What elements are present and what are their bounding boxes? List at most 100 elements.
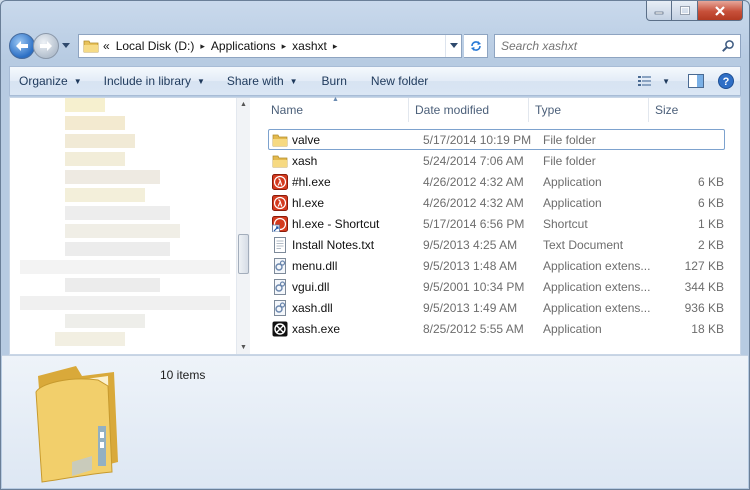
text-document-icon xyxy=(272,236,288,253)
new-folder-button[interactable]: New folder xyxy=(362,67,437,95)
maximize-button[interactable] xyxy=(672,1,698,21)
organize-label: Organize xyxy=(19,74,68,88)
dll-icon xyxy=(272,278,288,295)
breadcrumb-separator-icon[interactable]: ▸ xyxy=(282,41,287,52)
breadcrumb-separator-icon[interactable]: ▸ xyxy=(200,41,205,52)
maximize-icon xyxy=(679,5,690,15)
dll-icon xyxy=(272,299,288,316)
recent-pages-dropdown[interactable] xyxy=(60,40,72,52)
file-row-xash[interactable]: xash 5/24/2014 7:06 AM File folder xyxy=(268,150,734,171)
column-header-date-modified[interactable]: Date modified xyxy=(409,98,529,122)
navigation-scrollbar[interactable]: ▲ ▼ xyxy=(236,98,250,354)
chevron-down-icon: ▼ xyxy=(289,76,298,86)
preview-pane-button[interactable] xyxy=(682,67,710,95)
file-list: ▲ Name Date modified Type Size valve 5/1… xyxy=(253,96,740,354)
caption-buttons xyxy=(646,1,743,21)
close-icon xyxy=(715,5,725,16)
share-with-menu[interactable]: Share with ▼ xyxy=(218,67,307,95)
file-date: 9/5/2013 4:25 AM xyxy=(423,237,518,252)
svg-text:λ: λ xyxy=(277,198,282,208)
chevron-down-icon[interactable]: ▼ xyxy=(662,77,670,86)
back-button[interactable] xyxy=(9,33,35,59)
address-row: « Local Disk (D:) ▸ Applications ▸ xashx… xyxy=(9,31,741,61)
file-type: Text Document xyxy=(543,237,624,252)
include-in-library-menu[interactable]: Include in library ▼ xyxy=(95,67,214,95)
file-type: Application extens... xyxy=(543,279,651,294)
file-row-valve[interactable]: valve 5/17/2014 10:19 PM File folder xyxy=(268,129,725,150)
preview-pane-icon xyxy=(688,74,704,88)
burn-button[interactable]: Burn xyxy=(313,67,356,95)
file-name: xash.dll xyxy=(292,300,333,315)
column-type-label: Type xyxy=(535,103,562,117)
file-row-hl-shortcut[interactable]: hl.exe - Shortcut 5/17/2014 6:56 PM Shor… xyxy=(268,213,734,234)
share-with-label: Share with xyxy=(226,74,284,88)
close-button[interactable] xyxy=(698,1,743,21)
file-date: 5/17/2014 6:56 PM xyxy=(423,216,525,231)
file-name: xash.exe xyxy=(292,321,341,336)
file-row-hl-exe[interactable]: λ hl.exe 4/26/2012 4:32 AM Application 6… xyxy=(268,192,734,213)
breadcrumb-separator-icon[interactable]: ▸ xyxy=(333,41,338,52)
file-size: 1 KB xyxy=(697,216,724,231)
file-type: Shortcut xyxy=(543,216,588,231)
address-history-dropdown[interactable] xyxy=(445,35,461,57)
file-size: 936 KB xyxy=(684,300,724,315)
dll-icon xyxy=(272,257,288,274)
folder-icon xyxy=(83,40,99,53)
content-area: ▲ ▼ ▲ Name Date modified Type Size valve… xyxy=(9,96,741,355)
scrollbar-thumb[interactable] xyxy=(238,234,249,274)
arrow-left-icon xyxy=(16,41,28,51)
scroll-down-icon[interactable]: ▼ xyxy=(240,344,247,351)
search-input[interactable] xyxy=(501,39,701,53)
file-name: vgui.dll xyxy=(292,279,330,294)
file-type: Application xyxy=(543,174,602,189)
breadcrumb-applications[interactable]: Applications xyxy=(211,39,276,53)
file-row-install-notes[interactable]: Install Notes.txt 9/5/2013 4:25 AM Text … xyxy=(268,234,734,255)
halflife-icon: λ xyxy=(272,194,288,211)
new-folder-label: New folder xyxy=(370,74,429,88)
file-size: 2 KB xyxy=(697,237,724,252)
file-type: Application extens... xyxy=(543,258,651,273)
refresh-button[interactable] xyxy=(464,34,488,58)
item-count: 10 items xyxy=(160,368,206,382)
file-type: Application xyxy=(543,321,602,336)
file-row-xash-exe[interactable]: xash.exe 8/25/2012 5:55 AM Application 1… xyxy=(268,318,734,339)
navigation-tree-redacted xyxy=(20,98,230,354)
file-row-xash-dll[interactable]: xash.dll 9/5/2013 1:49 AM Application ex… xyxy=(268,297,734,318)
file-row-vgui-dll[interactable]: vgui.dll 9/5/2001 10:34 PM Application e… xyxy=(268,276,734,297)
navigation-pane[interactable]: ▲ ▼ xyxy=(10,98,250,354)
help-button[interactable]: ? xyxy=(712,67,740,95)
column-header-name[interactable]: ▲ Name xyxy=(253,96,409,122)
halflife-icon: λ xyxy=(272,173,288,190)
address-bar[interactable]: « Local Disk (D:) ▸ Applications ▸ xashx… xyxy=(78,34,462,58)
view-controls: ▼ ? xyxy=(632,67,740,95)
breadcrumb-local-disk[interactable]: Local Disk (D:) xyxy=(116,39,195,53)
details-view-icon xyxy=(638,76,652,86)
arrow-right-icon xyxy=(40,41,52,51)
file-name: #hl.exe xyxy=(292,174,331,189)
file-size: 6 KB xyxy=(697,195,724,210)
chevron-down-icon xyxy=(449,43,458,48)
organize-menu[interactable]: Organize ▼ xyxy=(10,67,91,95)
search-box[interactable] xyxy=(494,34,741,58)
column-size-label: Size xyxy=(655,103,679,117)
file-row-hash-hl-exe[interactable]: λ #hl.exe 4/26/2012 4:32 AM Application … xyxy=(268,171,734,192)
column-header-size[interactable]: Size xyxy=(649,98,729,122)
change-view-button[interactable]: ▼ xyxy=(632,67,676,95)
minimize-button[interactable] xyxy=(646,1,672,21)
file-name: valve xyxy=(292,132,321,147)
include-in-library-label: Include in library xyxy=(103,74,191,88)
scroll-up-icon[interactable]: ▲ xyxy=(240,101,247,108)
breadcrumb-xashxt[interactable]: xashxt xyxy=(292,39,327,53)
breadcrumb-overflow[interactable]: « xyxy=(103,39,110,53)
file-date: 9/5/2001 10:34 PM xyxy=(423,279,525,294)
file-date: 5/17/2014 10:19 PM xyxy=(423,132,532,147)
file-row-menu-dll[interactable]: menu.dll 9/5/2013 1:48 AM Application ex… xyxy=(268,255,734,276)
forward-button[interactable] xyxy=(33,33,59,59)
file-size: 127 KB xyxy=(684,258,724,273)
large-folder-icon xyxy=(35,366,118,483)
chevron-down-icon: ▼ xyxy=(73,76,82,86)
breadcrumb: « Local Disk (D:) ▸ Applications ▸ xashx… xyxy=(103,39,343,53)
explorer-window: « Local Disk (D:) ▸ Applications ▸ xashx… xyxy=(0,0,750,490)
column-header-type[interactable]: Type xyxy=(529,98,649,122)
file-date: 5/24/2014 7:06 AM xyxy=(423,153,524,168)
